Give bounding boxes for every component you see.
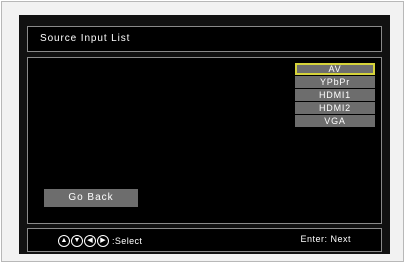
osd-window: Source Input List AV YPbPr HDMI1 HDMI2 V… (19, 15, 390, 254)
select-label: :Select (112, 236, 143, 246)
enter-next-label: Enter: Next (300, 234, 351, 244)
right-arrow-icon: ▶ (97, 235, 109, 247)
up-arrow-icon: ▲ (58, 235, 70, 247)
navigation-hint: ▲ ▼ ◀ ▶ :Select (58, 234, 142, 248)
left-arrow-icon: ◀ (84, 235, 96, 247)
go-back-button[interactable]: Go Back (44, 189, 138, 207)
source-item-ypbpr[interactable]: YPbPr (295, 76, 375, 88)
down-arrow-icon: ▼ (71, 235, 83, 247)
page-title: Source Input List (40, 33, 131, 44)
title-bar: Source Input List (27, 26, 382, 52)
outer-frame: Source Input List AV YPbPr HDMI1 HDMI2 V… (1, 1, 404, 262)
source-item-hdmi2[interactable]: HDMI2 (295, 102, 375, 114)
source-item-hdmi1[interactable]: HDMI1 (295, 89, 375, 101)
source-list: AV YPbPr HDMI1 HDMI2 VGA (295, 63, 375, 128)
footer-bar: ▲ ▼ ◀ ▶ :Select Enter: Next (27, 228, 382, 252)
source-panel: AV YPbPr HDMI1 HDMI2 VGA Go Back (27, 57, 382, 224)
source-item-av[interactable]: AV (295, 63, 375, 75)
source-item-vga[interactable]: VGA (295, 115, 375, 127)
